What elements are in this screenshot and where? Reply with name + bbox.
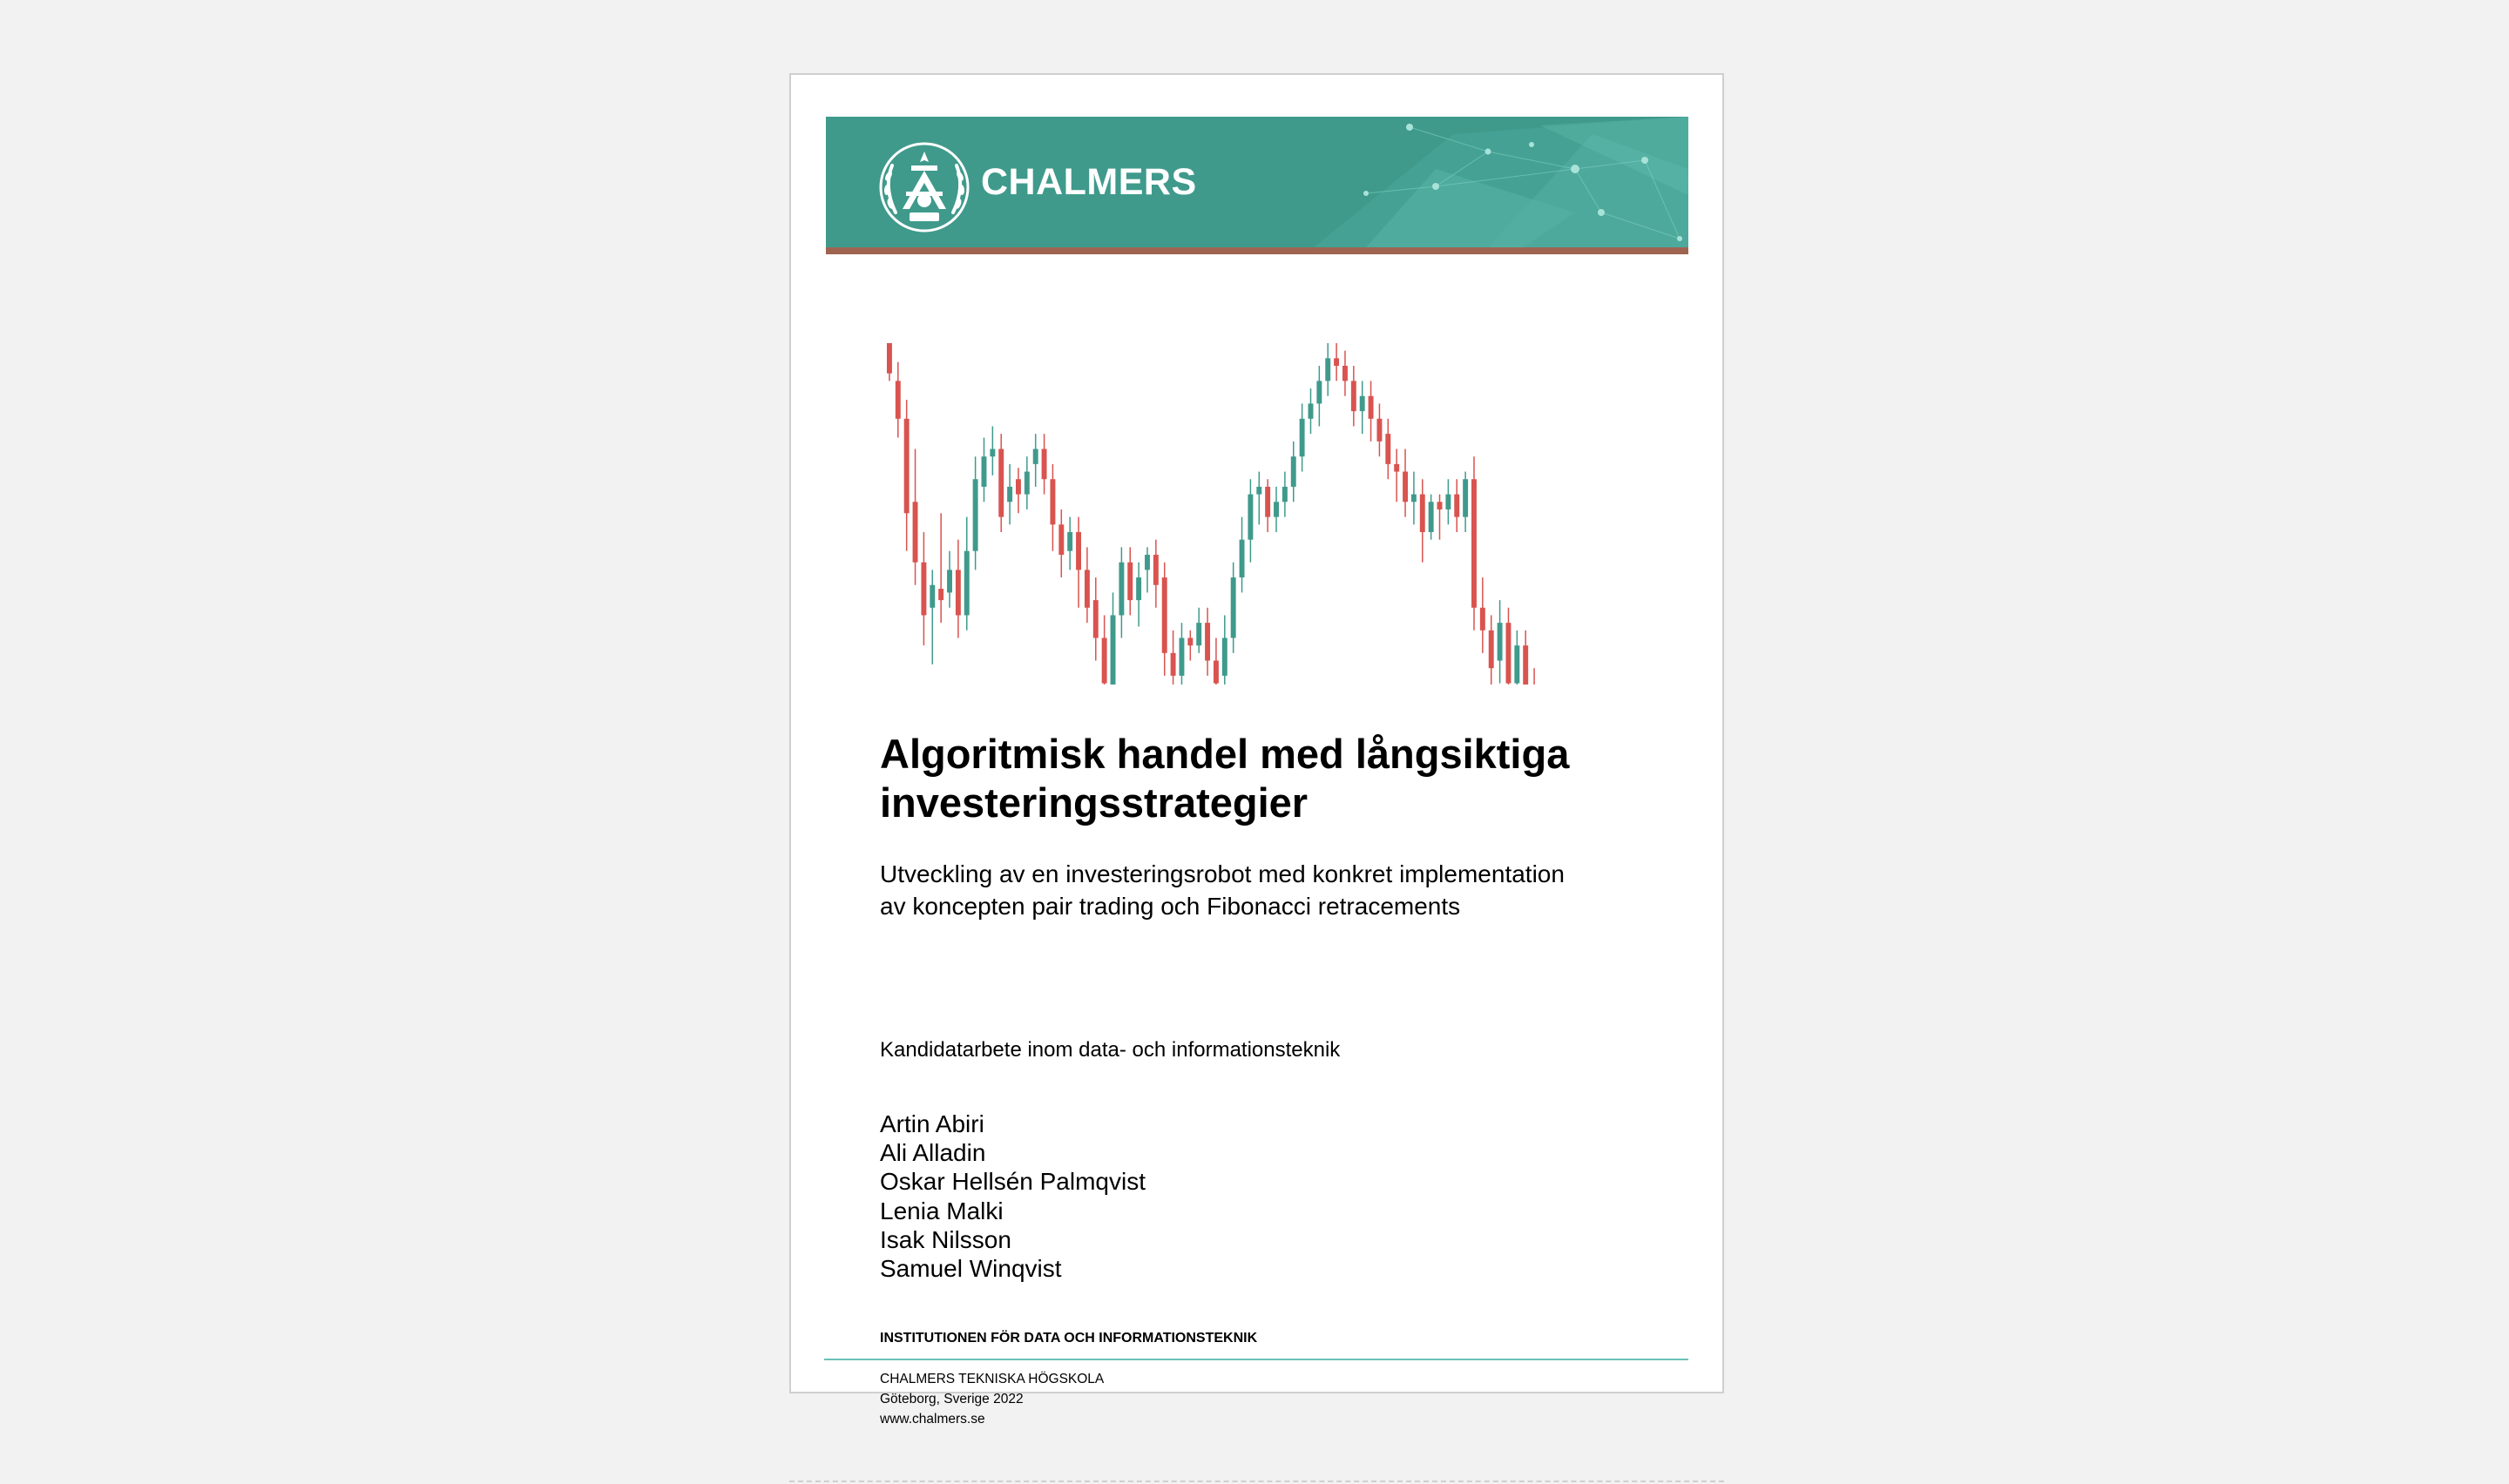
candle-body	[1145, 555, 1150, 570]
candle-body	[1403, 471, 1408, 503]
candle-body	[1024, 471, 1030, 495]
candle-body	[1410, 494, 1417, 503]
candle-body	[1067, 531, 1073, 551]
candle-body	[1179, 637, 1185, 676]
candle-body	[1488, 630, 1494, 669]
department-name: INSTITUTIONEN FÖR DATA OCH INFORMATIONST…	[880, 1331, 1258, 1346]
candle-body	[1119, 562, 1125, 616]
place-year: Göteborg, Sverige 2022	[880, 1392, 1024, 1406]
school-name: CHALMERS TEKNISKA HÖGSKOLA	[880, 1372, 1105, 1386]
candle-body	[1385, 434, 1391, 464]
candle-body	[1290, 456, 1296, 487]
candle-body	[1213, 660, 1219, 684]
document-subtitle: Utveckling av en investeringsrobot med k…	[880, 858, 1664, 922]
candle-body	[1463, 479, 1469, 517]
candle-body	[1479, 607, 1485, 631]
candle-body	[1170, 652, 1176, 676]
candle-body	[1376, 418, 1383, 442]
candle-body	[1007, 486, 1013, 503]
subtitle-line-2: av koncepten pair trading och Fibonacci …	[880, 893, 1461, 920]
candle-body	[1265, 486, 1271, 517]
candle-body	[1187, 637, 1194, 646]
candle-body	[1076, 531, 1081, 570]
candle-body	[1368, 395, 1374, 419]
candle-body	[1230, 577, 1236, 638]
author-name: Oskar Hellsén Palmqvist	[880, 1168, 1146, 1196]
candle-body	[1092, 600, 1099, 638]
candle-body	[1308, 403, 1314, 419]
candle-body	[981, 456, 987, 487]
candle-body	[1248, 494, 1254, 540]
candle-body	[1342, 366, 1348, 381]
candle-body	[903, 418, 910, 514]
footer-divider	[824, 1359, 1688, 1360]
title-line-2: investeringsstrategier	[880, 779, 1309, 826]
candle-body	[1471, 479, 1477, 608]
candle-body	[1110, 615, 1116, 685]
candle-body	[1221, 637, 1227, 676]
candle-body	[1239, 539, 1245, 578]
candle-body	[1428, 502, 1434, 532]
author-name: Lenia Malki	[880, 1197, 1004, 1224]
candle-body	[1050, 479, 1056, 525]
candle-body	[1016, 479, 1021, 495]
candle-body	[1523, 645, 1529, 685]
candle-body	[1334, 358, 1340, 367]
candle-body	[1041, 449, 1047, 480]
candle-body	[1394, 463, 1400, 472]
candle-body	[1350, 381, 1356, 412]
author-name: Isak Nilsson	[880, 1225, 1011, 1253]
author-name: Artin Abiri	[880, 1110, 984, 1137]
candle-body	[1127, 562, 1133, 601]
candle-body	[1359, 395, 1365, 412]
next-page-edge	[789, 1481, 1724, 1482]
candle-body	[1445, 494, 1451, 509]
candle-body	[1316, 381, 1322, 404]
document-page: CHALMERS Algoritmisk handel med långsikt…	[789, 73, 1724, 1427]
candle-body	[1161, 577, 1167, 653]
candle-body	[1058, 524, 1065, 556]
candle-body	[1101, 637, 1107, 684]
candle-body	[921, 562, 927, 616]
candlestick-illustration	[886, 343, 1535, 685]
candle-body	[938, 589, 944, 601]
author-name: Ali Alladin	[880, 1139, 986, 1167]
candle-body	[998, 449, 1004, 517]
candle-body	[1454, 494, 1460, 517]
document-title: Algoritmisk handel med långsiktiga inves…	[880, 730, 1664, 827]
author-name: Samuel Winqvist	[880, 1255, 1062, 1283]
degree-program: Kandidatarbete inom data- och informatio…	[880, 1038, 1341, 1062]
candle-body	[1419, 494, 1425, 532]
candle-body	[1437, 502, 1443, 509]
candle-body	[1325, 358, 1331, 381]
candle-body	[955, 570, 961, 616]
candle-body	[1282, 486, 1288, 503]
author-list: Artin Abiri Ali Alladin Oskar Hellsén Pa…	[880, 1110, 1146, 1283]
candle-body	[1153, 555, 1159, 585]
candle-body	[990, 449, 996, 457]
candle-body	[912, 502, 918, 563]
title-line-1: Algoritmisk handel med långsiktiga	[880, 731, 1570, 777]
candle-body	[1205, 623, 1211, 661]
candle-body	[964, 550, 970, 616]
candle-body	[1274, 502, 1279, 517]
candle-body	[1299, 418, 1305, 457]
candle-body	[886, 343, 892, 374]
candle-body	[895, 381, 901, 419]
candle-body	[1256, 486, 1262, 495]
subtitle-line-1: Utveckling av en investeringsrobot med k…	[880, 860, 1565, 887]
candle-body	[1497, 623, 1503, 661]
candle-body	[972, 479, 978, 551]
candle-body	[1505, 623, 1511, 684]
candle-body	[1196, 623, 1202, 646]
website-link[interactable]: www.chalmers.se	[880, 1409, 1104, 1429]
candle-body	[1514, 645, 1520, 684]
candle-body	[1136, 577, 1142, 601]
candle-body	[1032, 449, 1038, 464]
candle-body	[930, 584, 936, 608]
candle-body	[947, 570, 952, 593]
candle-body	[1084, 570, 1090, 608]
footer: CHALMERS TEKNISKA HÖGSKOLA Göteborg, Sve…	[880, 1369, 1104, 1429]
